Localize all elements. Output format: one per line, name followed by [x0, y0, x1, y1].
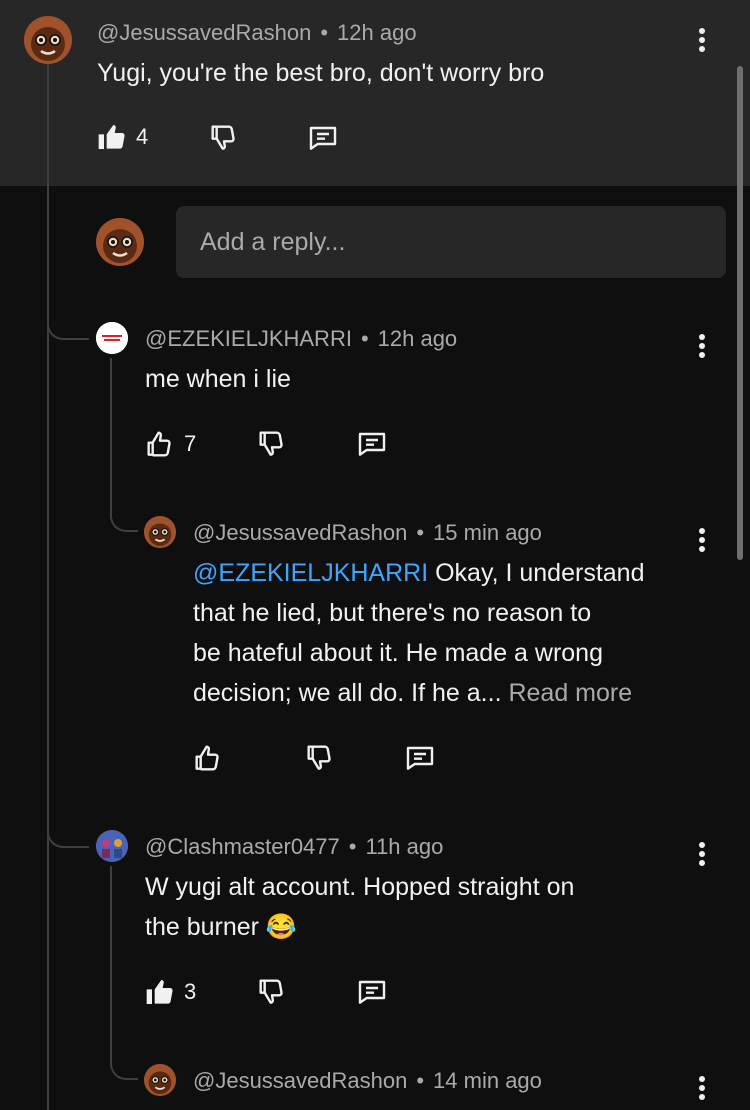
like-count: 3 — [184, 979, 197, 1004]
separator: • — [320, 20, 329, 45]
author-name[interactable]: @JesussavedRashon — [193, 1068, 407, 1093]
reply-text-line: the burner 😂 — [145, 913, 298, 941]
thumbs-down-outline-icon — [259, 979, 283, 1004]
avatar[interactable] — [144, 1064, 176, 1096]
more-vertical-icon[interactable] — [697, 1076, 707, 1104]
thread-line-sub — [110, 358, 112, 488]
thumbs-down-outline-icon — [211, 125, 235, 150]
more-vertical-icon[interactable] — [697, 28, 707, 56]
timestamp: 12h ago — [337, 20, 417, 45]
thread-branch — [47, 790, 89, 848]
comment-reply-icon — [358, 432, 386, 456]
my-avatar — [96, 218, 144, 266]
reply-text-line: that he lied, but there's no reason to — [193, 599, 592, 627]
comment-meta: @JesussavedRashon • 12h ago — [97, 20, 417, 46]
thread-line-sub — [110, 866, 112, 1026]
thumbs-down-outline-icon — [259, 431, 283, 456]
separator: • — [416, 1068, 425, 1093]
more-vertical-icon[interactable] — [697, 334, 707, 362]
reply-button[interactable] — [306, 122, 340, 154]
more-vertical-icon[interactable] — [697, 528, 707, 556]
like-count: 4 — [136, 124, 149, 149]
reply-text-line: decision; we all do. If he a... Read mor… — [193, 673, 713, 713]
separator: • — [360, 326, 369, 351]
dislike-button[interactable] — [256, 976, 288, 1008]
like-button[interactable]: 7 — [144, 428, 196, 460]
scrollbar[interactable] — [737, 66, 743, 560]
author-name[interactable]: @Clashmaster0477 — [145, 834, 340, 859]
separator: • — [416, 520, 425, 545]
separator: • — [348, 834, 357, 859]
author-name[interactable]: @JesussavedRashon — [97, 20, 311, 45]
thumbs-up-filled-icon — [146, 980, 173, 1004]
like-button[interactable]: 3 — [144, 976, 196, 1008]
like-button[interactable] — [192, 742, 224, 774]
comment-reply-icon — [309, 126, 337, 150]
reply-text: @EZEKIELJKHARRI Okay, I understand that … — [193, 553, 713, 713]
comment-reply-icon — [406, 746, 434, 770]
thread-branch — [110, 1024, 138, 1080]
thumbs-down-outline-icon — [307, 745, 331, 770]
dislike-button[interactable] — [256, 428, 288, 460]
reply-meta: @Clashmaster0477 • 11h ago — [145, 834, 443, 860]
timestamp: 12h ago — [377, 326, 458, 351]
author-name[interactable]: @JesussavedRashon — [193, 520, 407, 545]
thread-branch — [47, 290, 89, 340]
reply-meta: @JesussavedRashon • 15 min ago — [193, 520, 542, 546]
avatar[interactable] — [96, 322, 128, 354]
dislike-button[interactable] — [208, 122, 240, 154]
thumbs-up-outline-icon — [195, 745, 219, 771]
avatar[interactable] — [96, 830, 128, 862]
comment-reply-icon — [358, 980, 386, 1004]
reply-text: W yugi alt account. Hopped straight on t… — [145, 867, 705, 947]
reply-input[interactable]: Add a reply... — [176, 206, 726, 278]
reply-text-segment: decision; we all do. If he a... — [193, 679, 502, 707]
thread-line-main — [47, 62, 49, 1110]
avatar[interactable] — [144, 516, 176, 548]
reply-placeholder: Add a reply... — [200, 228, 346, 256]
timestamp: 11h ago — [365, 834, 444, 859]
reply-text-segment: Okay, I understand — [428, 559, 645, 587]
thumbs-up-filled-icon — [98, 125, 125, 149]
read-more-link[interactable]: Read more — [508, 679, 632, 707]
mention-link[interactable]: @EZEKIELJKHARRI — [193, 559, 428, 587]
reply-button[interactable] — [355, 976, 389, 1008]
comment-text: Yugi, you're the best bro, don't worry b… — [97, 59, 545, 87]
dislike-button[interactable] — [304, 742, 336, 774]
reply-meta: @EZEKIELJKHARRI • 12h ago — [145, 326, 457, 352]
thumbs-up-outline-icon — [147, 431, 171, 457]
like-count: 7 — [184, 431, 197, 456]
reply-text-line: W yugi alt account. Hopped straight on — [145, 873, 575, 901]
reply-text: me when i lie — [145, 365, 291, 393]
avatar[interactable] — [24, 16, 72, 64]
more-vertical-icon[interactable] — [697, 842, 707, 870]
reply-meta: @JesussavedRashon • 14 min ago — [193, 1068, 542, 1094]
timestamp: 15 min ago — [433, 520, 542, 545]
thread-branch — [110, 486, 138, 532]
author-name[interactable]: @EZEKIELJKHARRI — [145, 326, 352, 351]
timestamp: 14 min ago — [433, 1068, 542, 1093]
reply-button[interactable] — [355, 428, 389, 460]
reply-text-line: be hateful about it. He made a wrong — [193, 639, 603, 667]
like-button[interactable]: 4 — [96, 121, 148, 153]
reply-button[interactable] — [403, 742, 437, 774]
reply-text-line: @EZEKIELJKHARRI Okay, I understand — [193, 553, 713, 593]
